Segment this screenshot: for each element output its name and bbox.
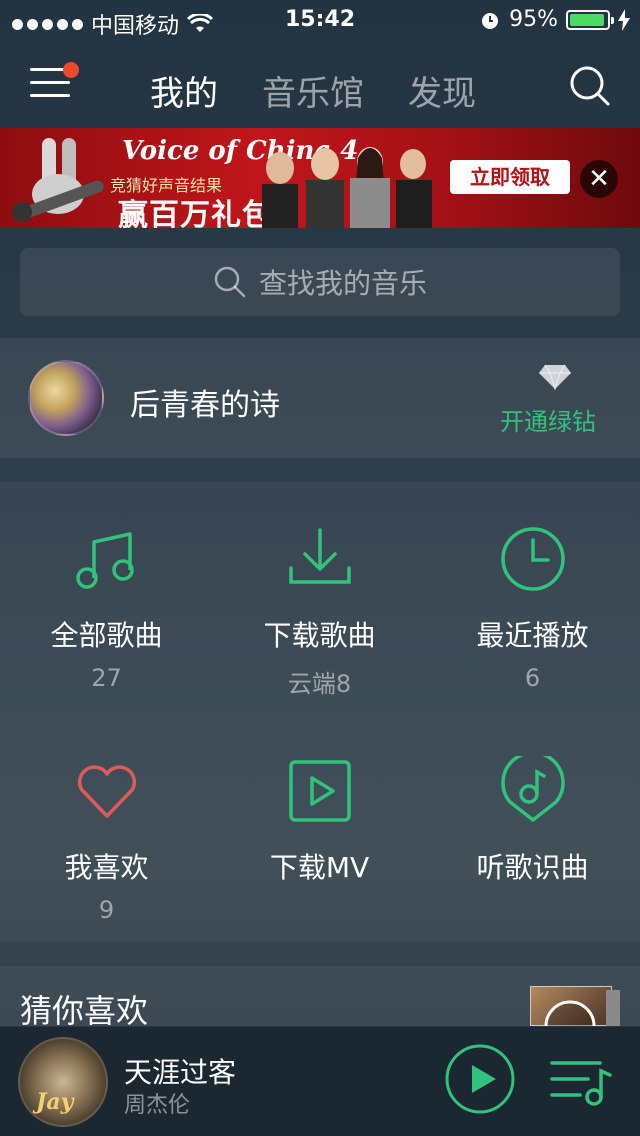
grid-item-downloads[interactable]: 下载歌曲 云端8: [213, 524, 426, 699]
tab-discover[interactable]: 发现: [408, 66, 476, 115]
grid-count: 27: [91, 664, 122, 692]
charging-icon: [618, 8, 630, 31]
claim-button[interactable]: 立即领取: [450, 160, 570, 194]
recommendation-thumbnail[interactable]: [530, 986, 622, 1026]
tab-bar: 我的 音乐馆 发现: [150, 66, 476, 115]
grid-label: 我喜欢: [64, 851, 149, 884]
green-diamond-link[interactable]: 开通绿钻: [500, 402, 596, 437]
profile-row[interactable]: 后青春的诗 开通绿钻: [0, 338, 640, 458]
banner-people-image: [262, 147, 432, 228]
play-icon[interactable]: [444, 1043, 516, 1115]
top-nav: 我的 音乐馆 发现: [0, 40, 640, 128]
song-recognition-icon: [500, 756, 565, 822]
mv-play-icon: [288, 760, 351, 822]
download-icon: [288, 528, 351, 584]
tab-mine[interactable]: 我的: [150, 66, 218, 115]
music-note-icon: [75, 532, 134, 589]
clock-icon: [500, 527, 565, 591]
guess-you-like-section[interactable]: 猜你喜欢: [0, 966, 640, 1030]
grid-item-favorites[interactable]: 我喜欢 9: [0, 756, 213, 924]
diamond-icon: [539, 364, 571, 390]
battery-percent: 95%: [509, 7, 558, 32]
heart-icon: [77, 765, 136, 818]
grid-label: 下载MV: [269, 851, 370, 884]
status-right: 95%: [479, 7, 630, 32]
grid-count: 云端8: [287, 670, 352, 698]
song-title: 天涯过客: [124, 1056, 237, 1089]
victory-hand-icon: [12, 138, 104, 222]
tab-music-hall[interactable]: 音乐馆: [262, 66, 364, 115]
grid-item-recent[interactable]: 最近播放 6: [426, 524, 639, 692]
promo-banner[interactable]: Voice of China 4 竞猜好声音结果 赢百万礼包 立即领取 ✕: [0, 128, 640, 228]
album-art[interactable]: Jay: [18, 1037, 108, 1127]
search-icon: [214, 266, 246, 298]
grid-item-song-recognition[interactable]: 听歌识曲: [426, 756, 639, 886]
playlist-icon[interactable]: [550, 1055, 612, 1107]
grid-label: 听歌识曲: [476, 851, 589, 884]
song-artist: 周杰伦: [124, 1093, 191, 1118]
battery-icon: [566, 9, 614, 30]
search-placeholder: 查找我的音乐: [258, 267, 427, 300]
close-icon[interactable]: ✕: [580, 160, 618, 198]
grid-count: 6: [524, 664, 541, 692]
grid-item-all-songs[interactable]: 全部歌曲 27: [0, 524, 213, 692]
grid-label: 最近播放: [476, 619, 589, 652]
alarm-icon: [482, 12, 499, 29]
grid-label: 全部歌曲: [50, 619, 163, 652]
grid-count: 9: [98, 896, 115, 924]
notification-dot: [63, 62, 79, 78]
search-input[interactable]: 查找我的音乐: [20, 248, 620, 316]
mini-player[interactable]: Jay 天涯过客 周杰伦: [0, 1026, 640, 1136]
album-art-text: Jay: [36, 1089, 74, 1115]
grid-label: 下载歌曲: [263, 619, 376, 652]
username: 后青春的诗: [130, 388, 280, 423]
avatar[interactable]: [28, 360, 104, 436]
library-grid: 全部歌曲 27 下载歌曲 云端8 最近播放 6 我喜欢 9 下载MV 听歌识曲: [0, 482, 640, 942]
status-bar: 中国移动 15:42 95%: [0, 0, 640, 40]
grid-item-download-mv[interactable]: 下载MV: [213, 756, 426, 886]
search-icon[interactable]: [568, 64, 612, 108]
play-overlay-icon: [544, 1000, 596, 1026]
